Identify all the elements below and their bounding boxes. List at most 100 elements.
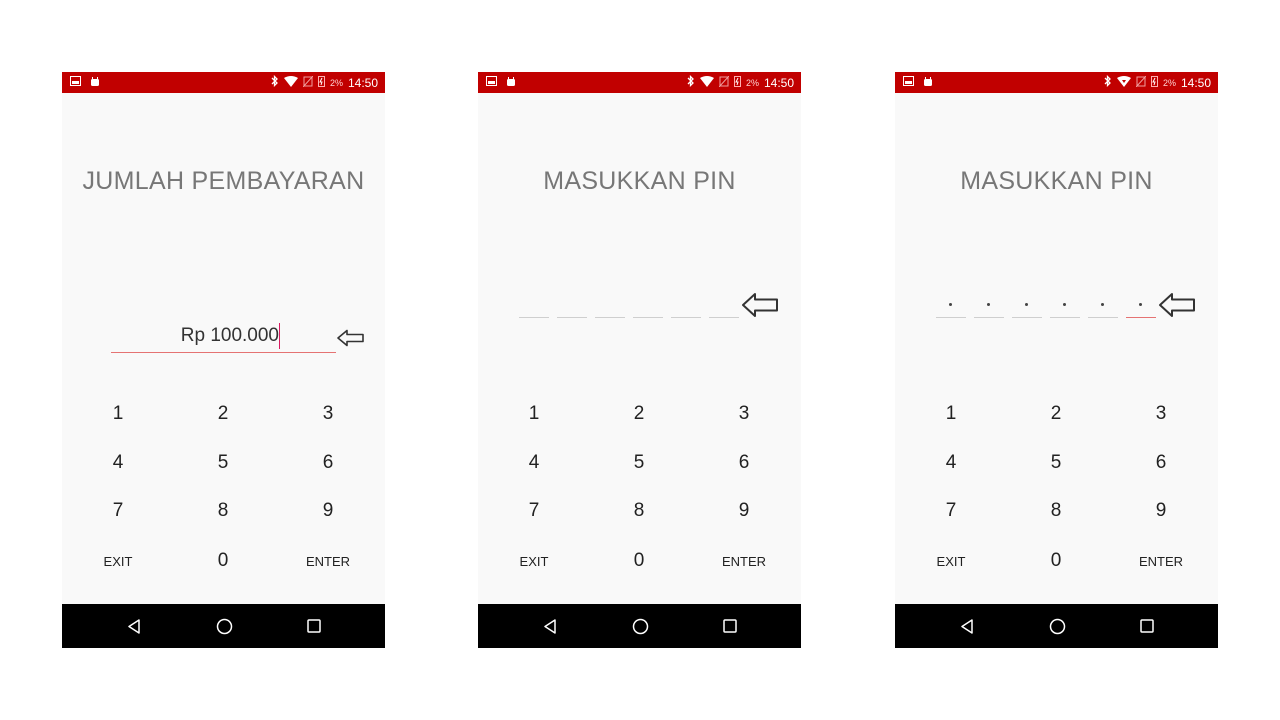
android-icon	[90, 76, 100, 89]
wifi-icon	[1116, 75, 1131, 90]
amount-value: Rp 100.000	[180, 325, 279, 346]
key-3[interactable]: 3	[288, 396, 368, 432]
key-7[interactable]: 7	[911, 493, 991, 529]
exit-button[interactable]: EXIT	[494, 543, 574, 579]
key-0[interactable]: 0	[183, 543, 263, 579]
payment-amount-screen: 2% 14:50 JUMLAH PEMBAYARAN Rp 100.000 1 …	[62, 72, 385, 648]
key-3[interactable]: 3	[704, 396, 784, 432]
wifi-icon	[699, 75, 714, 90]
key-5[interactable]: 5	[183, 445, 263, 481]
exit-button[interactable]: EXIT	[78, 543, 158, 579]
key-3[interactable]: 3	[1121, 396, 1201, 432]
pin-slot	[936, 299, 966, 318]
backspace-arrow-icon	[1159, 293, 1195, 317]
key-4[interactable]: 4	[911, 445, 991, 481]
key-2[interactable]: 2	[599, 396, 679, 432]
battery-charging-icon	[317, 75, 325, 90]
key-8[interactable]: 8	[1016, 493, 1096, 529]
pin-slot	[557, 299, 587, 318]
key-7[interactable]: 7	[494, 493, 574, 529]
key-1[interactable]: 1	[78, 396, 158, 432]
android-icon	[923, 76, 933, 89]
pin-slot	[1050, 299, 1080, 318]
key-2[interactable]: 2	[1016, 396, 1096, 432]
clock: 14:50	[347, 75, 378, 90]
pin-slot	[709, 299, 739, 318]
key-9[interactable]: 9	[288, 493, 368, 529]
exit-button[interactable]: EXIT	[911, 543, 991, 579]
pin-dot	[1101, 303, 1104, 306]
key-6[interactable]: 6	[704, 445, 784, 481]
key-0[interactable]: 0	[1016, 543, 1096, 579]
backspace-arrow-icon	[337, 329, 364, 347]
pin-slot	[595, 299, 625, 318]
status-bar: 2% 14:50	[895, 72, 1218, 93]
key-6[interactable]: 6	[288, 445, 368, 481]
battery-charging-icon	[1150, 75, 1158, 90]
back-icon[interactable]	[124, 616, 144, 636]
enter-button[interactable]: ENTER	[704, 543, 784, 579]
battery-charging-icon	[733, 75, 741, 90]
key-5[interactable]: 5	[599, 445, 679, 481]
key-4[interactable]: 4	[78, 445, 158, 481]
no-sim-icon	[302, 75, 314, 90]
clock: 14:50	[1180, 75, 1211, 90]
key-8[interactable]: 8	[599, 493, 679, 529]
battery-percent: 2%	[1162, 77, 1176, 88]
screen-title: JUMLAH PEMBAYARAN	[82, 167, 365, 195]
home-icon[interactable]	[214, 616, 234, 636]
pin-slot	[1012, 299, 1042, 318]
battery-percent: 2%	[745, 77, 759, 88]
key-1[interactable]: 1	[494, 396, 574, 432]
pin-slot	[519, 299, 549, 318]
navigation-bar	[895, 604, 1218, 648]
key-9[interactable]: 9	[704, 493, 784, 529]
backspace-button[interactable]	[738, 288, 782, 322]
no-sim-icon	[1135, 75, 1147, 90]
back-icon[interactable]	[957, 616, 977, 636]
screen-title: MASUKKAN PIN	[543, 167, 736, 195]
back-icon[interactable]	[540, 616, 560, 636]
text-cursor	[279, 323, 280, 349]
key-7[interactable]: 7	[78, 493, 158, 529]
image-icon	[70, 76, 81, 89]
pin-dot	[987, 303, 990, 306]
key-9[interactable]: 9	[1121, 493, 1201, 529]
key-5[interactable]: 5	[1016, 445, 1096, 481]
backspace-button[interactable]	[1155, 288, 1199, 322]
enter-button[interactable]: ENTER	[288, 543, 368, 579]
navigation-bar	[478, 604, 801, 648]
recents-icon[interactable]	[720, 616, 740, 636]
key-1[interactable]: 1	[911, 396, 991, 432]
key-6[interactable]: 6	[1121, 445, 1201, 481]
home-icon[interactable]	[630, 616, 650, 636]
pin-slot	[633, 299, 663, 318]
key-2[interactable]: 2	[183, 396, 263, 432]
bluetooth-icon	[687, 74, 695, 90]
android-icon	[506, 76, 516, 89]
status-bar: 2% 14:50	[62, 72, 385, 93]
navigation-bar	[62, 604, 385, 648]
battery-percent: 2%	[329, 77, 343, 88]
pin-dot	[949, 303, 952, 306]
backspace-button[interactable]	[329, 321, 373, 355]
pin-slot-active	[1126, 299, 1156, 318]
key-4[interactable]: 4	[494, 445, 574, 481]
pin-slot	[671, 299, 701, 318]
pin-entry-screen-empty: 2% 14:50 MASUKKAN PIN 1 2 3 4 5 6 7 8 9 …	[478, 72, 801, 648]
image-icon	[903, 76, 914, 89]
pin-dot	[1025, 303, 1028, 306]
enter-button[interactable]: ENTER	[1121, 543, 1201, 579]
status-bar: 2% 14:50	[478, 72, 801, 93]
screen-title: MASUKKAN PIN	[960, 167, 1153, 195]
recents-icon[interactable]	[304, 616, 324, 636]
pin-entry-screen-filled: 2% 14:50 MASUKKAN PIN 1 2 3 4 5 6 7 8 9 …	[895, 72, 1218, 648]
recents-icon[interactable]	[1137, 616, 1157, 636]
pin-dot	[1139, 303, 1142, 306]
backspace-arrow-icon	[742, 293, 778, 317]
key-8[interactable]: 8	[183, 493, 263, 529]
home-icon[interactable]	[1047, 616, 1067, 636]
amount-input[interactable]: Rp 100.000	[111, 322, 336, 353]
bluetooth-icon	[1104, 74, 1112, 90]
key-0[interactable]: 0	[599, 543, 679, 579]
